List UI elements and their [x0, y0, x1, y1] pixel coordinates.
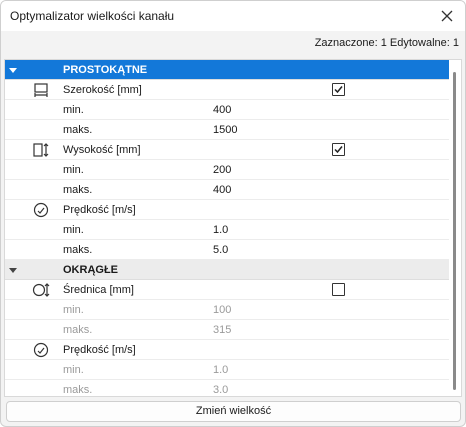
velocity-round-min-row: min. 1.0 — [5, 360, 449, 380]
min-label: min. — [63, 104, 84, 116]
height-max-value[interactable]: 400 — [213, 184, 231, 196]
velocity-rect-min-row: min. 1.0 — [5, 220, 449, 240]
velocity-round-max-value: 3.0 — [213, 384, 229, 396]
property-row-height: Wysokość [mm] — [5, 140, 449, 160]
max-label: maks. — [63, 324, 93, 336]
window-title: Optymalizator wielkości kanału — [10, 9, 175, 23]
diameter-enable-checkbox[interactable] — [332, 283, 345, 296]
selection-status: Zaznaczone: 1 Edytowalne: 1 — [314, 37, 459, 49]
min-label: min. — [63, 364, 84, 376]
max-label: maks. — [63, 244, 93, 256]
max-label: maks. — [63, 184, 93, 196]
min-label: min. — [63, 304, 84, 316]
velocity-round-max-row: maks. 3.0 — [5, 380, 449, 396]
height-min-value[interactable]: 200 — [213, 164, 231, 176]
velocity-gauge-icon — [32, 341, 50, 359]
width-min-value[interactable]: 400 — [213, 104, 231, 116]
max-label: maks. — [63, 384, 93, 396]
property-label: Prędkość [m/s] — [63, 204, 136, 216]
height-max-row: maks. 400 — [5, 180, 449, 200]
property-row-velocity-rect: Prędkość [m/s] — [5, 200, 449, 220]
section-header-rectangular[interactable]: PROSTOKĄTNE — [5, 60, 449, 80]
section-label: OKRĄGŁE — [63, 264, 118, 276]
title-bar: Optymalizator wielkości kanału — [1, 1, 465, 31]
min-label: min. — [63, 224, 84, 236]
collapse-caret-icon[interactable] — [9, 66, 17, 74]
width-max-row: maks. 1500 — [5, 120, 449, 140]
property-label: Prędkość [m/s] — [63, 344, 136, 356]
property-row-diameter: Średnica [mm] — [5, 280, 449, 300]
property-row-width: Szerokość [mm] — [5, 80, 449, 100]
width-max-value[interactable]: 1500 — [213, 124, 237, 136]
property-label: Szerokość [mm] — [63, 84, 142, 96]
vertical-scrollbar[interactable] — [449, 60, 461, 396]
diameter-max-row: maks. 315 — [5, 320, 449, 340]
resize-button[interactable]: Zmień wielkość — [6, 401, 461, 422]
properties-panel: PROSTOKĄTNE Szerokość [mm] min. 400 maks… — [4, 59, 462, 397]
property-label: Średnica [mm] — [63, 284, 134, 296]
diameter-min-value: 100 — [213, 304, 232, 316]
collapse-caret-icon[interactable] — [9, 266, 17, 274]
max-label: maks. — [63, 124, 93, 136]
velocity-rect-max-value[interactable]: 5.0 — [213, 244, 228, 256]
velocity-gauge-icon — [32, 201, 50, 219]
section-label: PROSTOKĄTNE — [63, 64, 148, 76]
velocity-round-min-value: 1.0 — [213, 364, 229, 376]
velocity-rect-min-value[interactable]: 1.0 — [213, 224, 228, 236]
width-dimension-icon — [32, 81, 50, 99]
diameter-min-row: min. 100 — [5, 300, 449, 320]
close-icon[interactable] — [437, 6, 457, 26]
width-enable-checkbox[interactable] — [332, 83, 345, 96]
diameter-max-value: 315 — [213, 324, 232, 336]
width-min-row: min. 400 — [5, 100, 449, 120]
height-dimension-icon — [32, 141, 50, 159]
velocity-rect-max-row: maks. 5.0 — [5, 240, 449, 260]
property-label: Wysokość [mm] — [63, 144, 141, 156]
scrollbar-thumb[interactable] — [453, 72, 456, 390]
min-label: min. — [63, 164, 84, 176]
property-row-velocity-round: Prędkość [m/s] — [5, 340, 449, 360]
selection-info-bar: Zaznaczone: 1 Edytowalne: 1 — [1, 31, 465, 55]
dialog-window: Optymalizator wielkości kanału Zaznaczon… — [0, 0, 466, 427]
section-header-round[interactable]: OKRĄGŁE — [5, 260, 449, 280]
diameter-dimension-icon — [32, 281, 50, 299]
height-min-row: min. 200 — [5, 160, 449, 180]
height-enable-checkbox[interactable] — [332, 143, 345, 156]
